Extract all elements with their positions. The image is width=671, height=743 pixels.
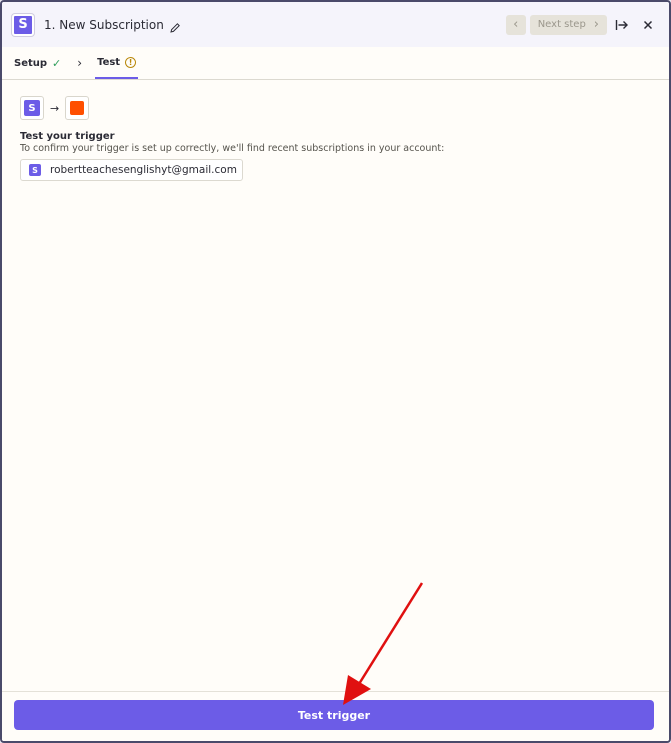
header-actions: ‹ Next step › <box>505 14 659 36</box>
source-app-box: S <box>20 96 44 120</box>
chevron-left-icon: ‹ <box>513 17 519 32</box>
step-tabs: Setup ✓ › Test ! <box>2 47 669 80</box>
expand-right-icon[interactable] <box>611 14 633 36</box>
tab-setup-label: Setup <box>14 57 48 69</box>
check-icon: ✓ <box>52 56 62 70</box>
source-app-logo: S <box>24 100 40 116</box>
arrow-right-icon: → <box>50 101 60 115</box>
panel-header: S 1. New Subscription ‹ Next step › <box>2 2 669 47</box>
next-step-button[interactable]: Next step › <box>529 14 607 35</box>
editor-panel: S 1. New Subscription ‹ Next step › Setu… <box>0 0 671 743</box>
section-heading: Test your trigger <box>20 131 115 142</box>
trigger-app-box <box>65 96 90 120</box>
section-description: To confirm your trigger is set up correc… <box>20 143 445 154</box>
chevron-right-icon: › <box>77 56 83 70</box>
tab-test-label: Test <box>97 56 121 68</box>
test-trigger-button[interactable]: Test trigger <box>14 700 654 730</box>
tab-test[interactable]: Test ! <box>95 47 139 79</box>
app-logo: S <box>12 13 34 36</box>
flow-diagram: S → <box>20 96 651 120</box>
next-step-label: Next step <box>537 19 586 30</box>
close-icon[interactable] <box>637 14 659 36</box>
account-app-logo: S <box>29 164 41 176</box>
account-chip[interactable]: S robertteachesenglishyt@gmail.com <box>20 159 243 181</box>
account-email: robertteachesenglishyt@gmail.com <box>50 164 237 176</box>
panel-footer: Test trigger <box>2 691 669 741</box>
tab-setup[interactable]: Setup ✓ <box>12 47 63 79</box>
chevron-right-icon: › <box>593 17 599 32</box>
trigger-app-logo <box>70 101 85 115</box>
test-content: S → Test your trigger To confirm your tr… <box>20 96 651 181</box>
pencil-icon[interactable] <box>169 19 181 33</box>
previous-step-button[interactable]: ‹ <box>505 14 526 35</box>
step-title[interactable]: 1. New Subscription <box>44 18 164 32</box>
warning-icon: ! <box>125 56 137 68</box>
